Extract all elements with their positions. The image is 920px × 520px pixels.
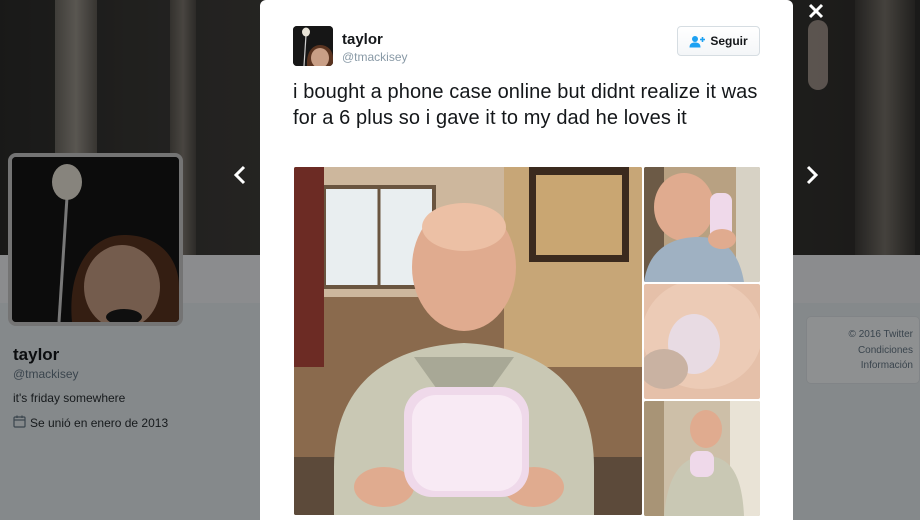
add-user-icon [689,35,706,47]
close-button[interactable] [803,0,829,22]
author-handle[interactable]: @tmackisey [342,50,408,64]
photo-3-image [644,284,760,399]
photo-2-image [644,167,760,282]
next-tweet-button[interactable] [800,160,824,190]
author-avatar[interactable] [293,26,333,66]
close-icon [808,3,824,19]
main-photo-image [294,167,642,515]
author-avatar-image [293,26,333,66]
photo-3[interactable] [644,284,760,399]
tweet-text: i bought a phone case online but didnt r… [293,81,758,129]
chevron-left-icon [233,165,246,185]
photo-2[interactable] [644,167,760,282]
prev-tweet-button[interactable] [228,160,252,190]
photo-4[interactable] [644,401,760,516]
photo-4-image [644,401,760,516]
follow-button-label: Seguir [710,34,748,48]
tweet-modal: taylor @tmackisey Seguir i bought a phon… [260,0,793,520]
main-photo[interactable] [294,167,642,515]
follow-button[interactable]: Seguir [677,26,760,56]
author-name[interactable]: taylor [342,31,383,48]
chevron-right-icon [806,165,819,185]
